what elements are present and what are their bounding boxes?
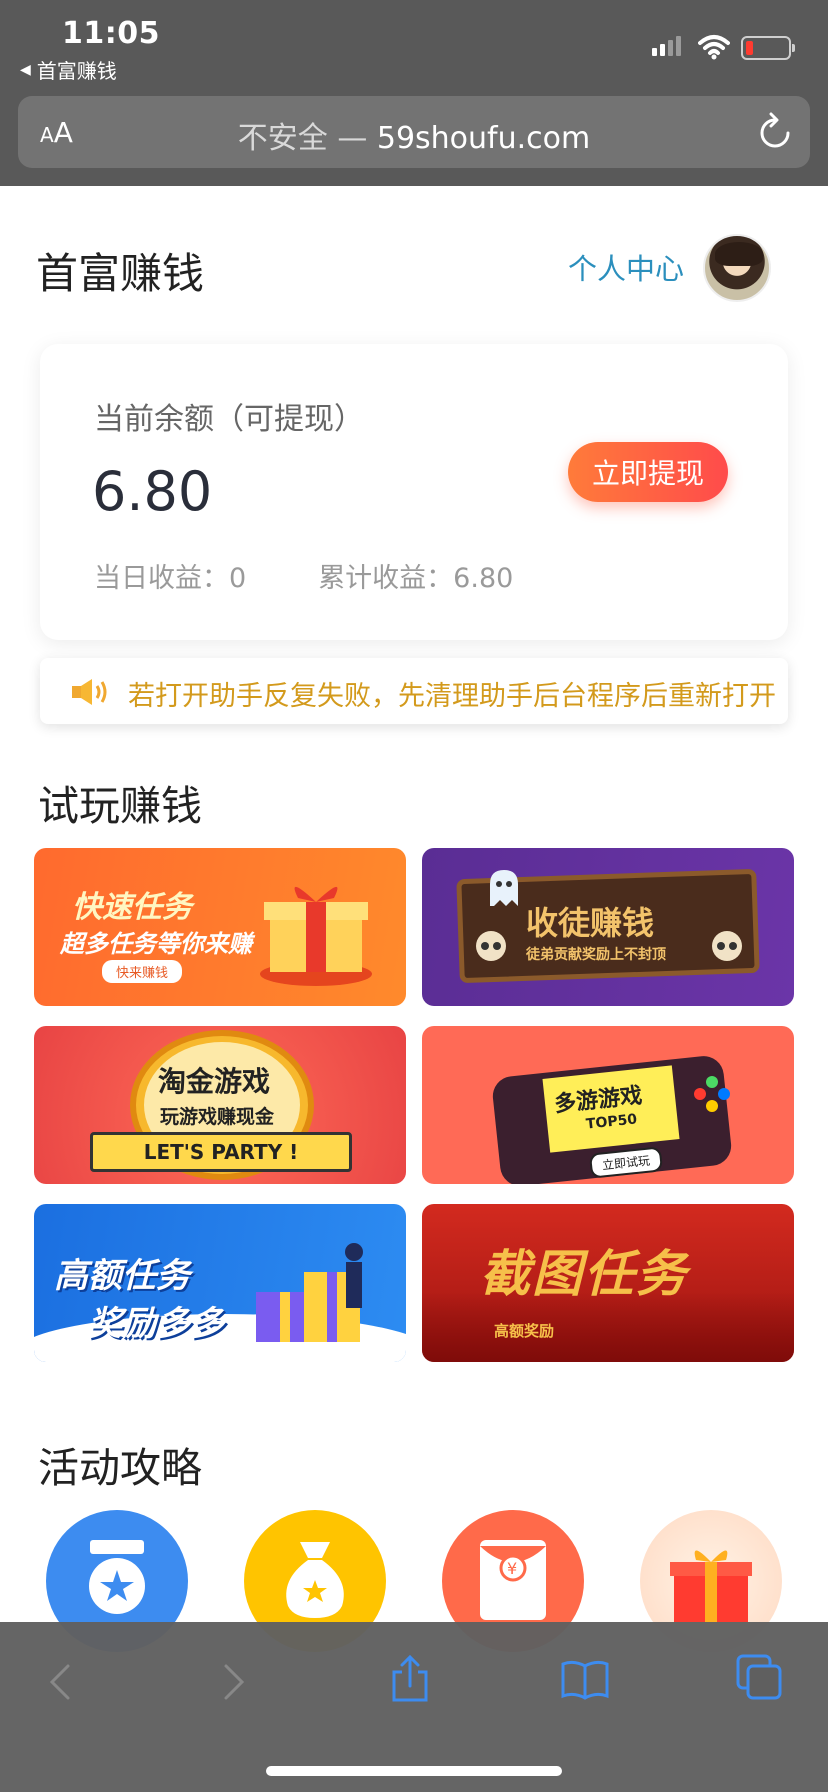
reload-icon[interactable] bbox=[758, 112, 792, 150]
back-triangle-icon: ◀ bbox=[20, 61, 31, 78]
banner-tag: 快来赚钱 bbox=[102, 960, 183, 983]
activity-section-title: 活动攻略 bbox=[38, 1434, 202, 1498]
battery-icon bbox=[741, 36, 795, 60]
banner-subtitle: 奖励多多 bbox=[88, 1304, 224, 1344]
banner-title: 收徒赚钱 bbox=[526, 904, 655, 942]
banner-tag: LET'S PARTY ! bbox=[90, 1132, 352, 1172]
url-separator: — bbox=[337, 121, 368, 156]
back-arrow-icon[interactable] bbox=[46, 1662, 72, 1702]
banner-subtitle: 高额奖励 bbox=[494, 1322, 555, 1340]
gift-boxes-icon bbox=[256, 1243, 363, 1342]
security-label: 不安全 bbox=[237, 121, 328, 156]
cellular-signal-icon bbox=[652, 36, 681, 56]
page-header: 首富赚钱 个人中心 bbox=[0, 186, 828, 336]
gamepad-buttons-icon bbox=[694, 1076, 730, 1112]
bookmarks-icon[interactable] bbox=[560, 1658, 610, 1700]
banner-multi-game[interactable]: 多游游戏 TOP50 立即试玩 bbox=[422, 1026, 794, 1184]
speaker-icon bbox=[72, 679, 107, 705]
today-earnings: 当日收益：0 bbox=[94, 563, 247, 594]
banner-title: 淘金游戏 bbox=[158, 1065, 271, 1098]
notice-bar: 若打开助手反复失败，先清理助手后台程序后重新打开 bbox=[40, 658, 788, 724]
banner-screenshot-task[interactable]: 截图任务 高额奖励 bbox=[422, 1204, 794, 1362]
banner-title: 快速任务 bbox=[72, 890, 192, 925]
banner-subtitle: 玩游戏赚现金 bbox=[160, 1106, 275, 1128]
banner-subtitle: 徒弟贡献奖励上不封顶 bbox=[526, 947, 666, 963]
banner-recruit[interactable]: 收徒赚钱 徒弟贡献奖励上不封顶 bbox=[422, 848, 794, 1006]
skull-icon bbox=[476, 931, 506, 961]
banner-gold-game[interactable]: 淘金游戏 玩游戏赚现金 LET'S PARTY ! bbox=[34, 1026, 406, 1184]
banner-title: 高额任务 bbox=[54, 1256, 190, 1296]
medal-star-icon bbox=[89, 1540, 145, 1614]
balance-label: 当前余额（可提现） bbox=[94, 402, 364, 437]
balance-stats: 当日收益：0 累计收益：6.80 bbox=[94, 556, 513, 595]
home-indicator bbox=[266, 1766, 562, 1776]
red-packet-icon: ¥ bbox=[480, 1540, 546, 1620]
avatar[interactable] bbox=[703, 234, 771, 302]
money-bag-icon bbox=[286, 1542, 344, 1618]
trial-section-title: 试玩赚钱 bbox=[38, 772, 202, 836]
banner-quick-task[interactable]: 快速任务 超多任务等你来赚 快来赚钱 bbox=[34, 848, 406, 1006]
status-time: 11:05 bbox=[62, 16, 160, 51]
banner-subtitle: 超多任务等你来赚 bbox=[60, 930, 252, 958]
wifi-icon bbox=[698, 35, 730, 60]
back-app-label: 首富赚钱 bbox=[36, 59, 117, 83]
address-bar[interactable]: AA 不安全 — 59shoufu.com bbox=[18, 96, 810, 168]
balance-card: 当前余额（可提现） 6.80 立即提现 当日收益：0 累计收益：6.80 bbox=[40, 344, 788, 640]
svg-text:¥: ¥ bbox=[507, 1559, 517, 1578]
personal-center-link[interactable]: 个人中心 bbox=[568, 246, 684, 288]
forward-arrow-icon[interactable] bbox=[222, 1662, 248, 1702]
balance-value: 6.80 bbox=[92, 460, 213, 523]
gift-box-icon bbox=[260, 886, 372, 986]
banner-high-reward[interactable]: 高额任务 奖励多多 bbox=[34, 1204, 406, 1362]
url-domain: 59shoufu.com bbox=[376, 121, 591, 156]
banner-title: 截图任务 bbox=[480, 1245, 688, 1303]
notice-text: 若打开助手反复失败，先清理助手后台程序后重新打开 bbox=[128, 681, 776, 712]
back-to-app[interactable]: ◀ 首富赚钱 bbox=[20, 55, 117, 84]
ghost-icon bbox=[490, 870, 518, 906]
skull-icon bbox=[712, 931, 742, 961]
browser-top-chrome: 11:05 ◀ 首富赚钱 AA 不安全 — 59shoufu.com bbox=[0, 0, 828, 186]
total-earnings: 累计收益：6.80 bbox=[318, 563, 514, 594]
url-display[interactable]: 不安全 — 59shoufu.com bbox=[18, 113, 810, 157]
tabs-icon[interactable] bbox=[736, 1654, 784, 1702]
share-icon[interactable] bbox=[388, 1654, 432, 1704]
gift-icon bbox=[670, 1550, 752, 1622]
withdraw-button[interactable]: 立即提现 bbox=[568, 442, 728, 502]
page-title: 首富赚钱 bbox=[36, 249, 205, 298]
